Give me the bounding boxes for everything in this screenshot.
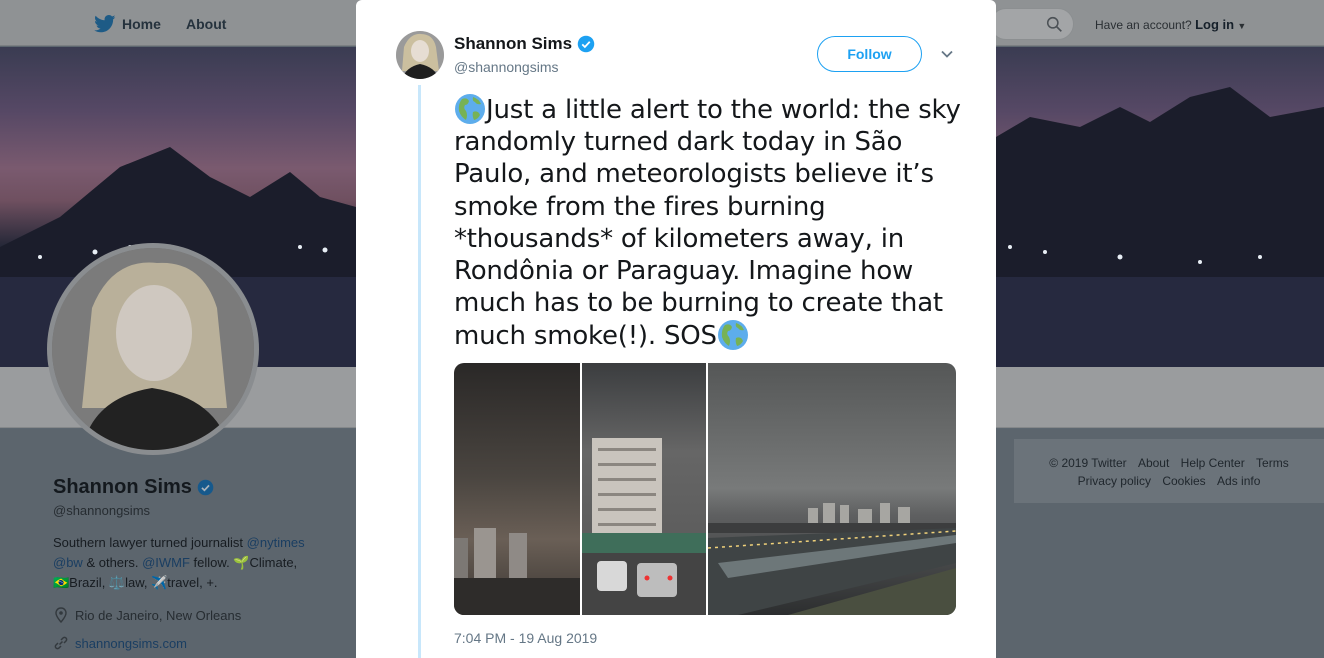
bio-link-iwmf[interactable]: @IWMF <box>142 555 190 570</box>
footer-link-privacy[interactable]: Privacy policy <box>1078 474 1151 488</box>
footer-links: © 2019 Twitter About Help Center Terms P… <box>1014 439 1324 503</box>
bio-link-nytimes[interactable]: @nytimes <box>247 535 305 550</box>
bio-link-bw[interactable]: @bw <box>53 555 83 570</box>
footer-copyright: © 2019 Twitter <box>1049 456 1127 470</box>
nav-about[interactable]: About <box>186 14 226 34</box>
footer-link-about[interactable]: About <box>1138 456 1169 470</box>
bio-text: fellow. 🌱Climate, <box>189 555 298 570</box>
tweet-author-avatar[interactable] <box>396 31 444 79</box>
account-prompt-text: Have an account? <box>1095 18 1192 32</box>
tweet-media[interactable] <box>454 363 956 615</box>
profile-handle: @shannongsims <box>53 503 151 518</box>
tweet-author-name-text[interactable]: Shannon Sims <box>454 34 572 54</box>
nav-home-label: Home <box>122 16 161 32</box>
profile-avatar[interactable] <box>47 243 259 455</box>
tweet-photo-3[interactable] <box>708 363 956 615</box>
globe-americas-icon <box>455 94 485 124</box>
profile-location-text: Rio de Janeiro, New Orleans <box>75 607 242 623</box>
globe-americas-icon <box>717 320 748 351</box>
bio-text: Southern lawyer turned journalist <box>53 535 247 550</box>
tweet-photo-1[interactable] <box>454 363 580 615</box>
tweet-text-body: Just a little alert to the world: the sk… <box>454 95 961 352</box>
tweet-photo-2[interactable] <box>582 363 706 615</box>
footer-link-terms[interactable]: Terms <box>1256 456 1289 470</box>
footer-link-help[interactable]: Help Center <box>1181 456 1245 470</box>
tweet-author-handle[interactable]: @shannongsims <box>454 59 559 75</box>
bio-text: 🇧🇷Brazil, ⚖️law, ✈️travel, +. <box>53 575 218 590</box>
verified-badge-icon <box>197 479 214 496</box>
footer-link-ads[interactable]: Ads info <box>1217 474 1260 488</box>
profile-name-text: Shannon Sims <box>53 476 192 498</box>
tweet-author-name[interactable]: Shannon Sims <box>454 34 595 54</box>
login-link[interactable]: Log in <box>1195 17 1234 32</box>
nav-home[interactable]: Home <box>94 14 161 34</box>
twitter-bird-icon <box>94 15 116 33</box>
verified-badge-icon <box>577 35 595 53</box>
tweet-text: Just a little alert to the world: the sk… <box>454 93 974 353</box>
chevron-down-icon[interactable]: ▼ <box>1237 21 1246 31</box>
profile-website-text[interactable]: shannongsims.com <box>75 636 187 651</box>
thread-line <box>418 85 421 658</box>
account-prompt: Have an account? Log in ▼ <box>1095 17 1246 32</box>
footer-link-cookies[interactable]: Cookies <box>1162 474 1205 488</box>
profile-name: Shannon Sims <box>53 476 214 499</box>
profile-location: Rio de Janeiro, New Orleans <box>53 607 241 623</box>
tweet-timestamp[interactable]: 7:04 PM - 19 Aug 2019 <box>454 630 597 646</box>
search-input[interactable] <box>990 8 1074 40</box>
link-icon <box>54 636 68 650</box>
chevron-down-icon[interactable] <box>939 46 955 62</box>
profile-bio: Southern lawyer turned journalist @nytim… <box>53 533 343 593</box>
bio-text: & others. <box>82 555 143 570</box>
location-pin-icon <box>55 607 67 623</box>
profile-website[interactable]: shannongsims.com <box>53 635 187 651</box>
nav-about-label: About <box>186 16 227 32</box>
tweet-modal: Shannon Sims @shannongsims Follow Just a… <box>356 0 996 658</box>
search-icon[interactable] <box>1046 16 1063 33</box>
follow-button[interactable]: Follow <box>817 36 922 72</box>
